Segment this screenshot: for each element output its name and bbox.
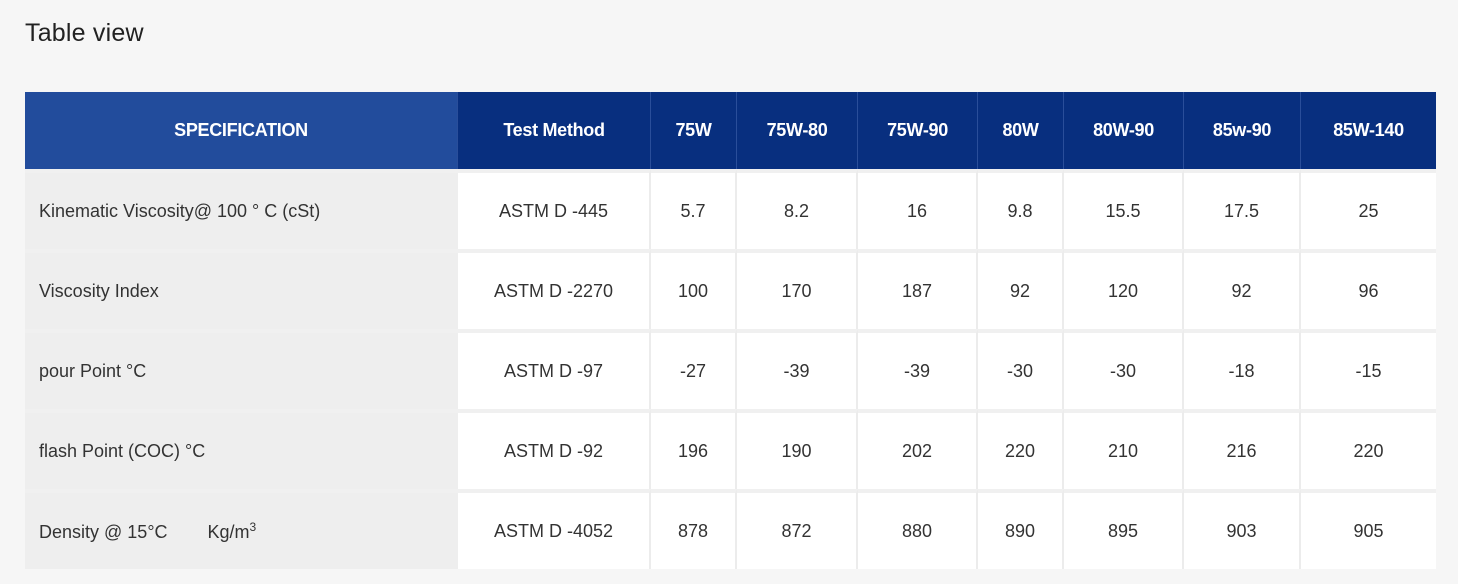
value-cell: 895 — [1064, 489, 1184, 569]
test-method-cell: ASTM D -445 — [458, 169, 651, 249]
specification-table: SPECIFICATION Test Method 75W 75W-80 75W… — [25, 92, 1436, 569]
column-header-85w-90: 85w-90 — [1184, 92, 1301, 169]
value-cell: 220 — [978, 409, 1064, 489]
value-cell: 92 — [978, 249, 1064, 329]
page-title: Table view — [25, 19, 144, 47]
value-cell: 15.5 — [1064, 169, 1184, 249]
column-header-80w-90: 80W-90 — [1064, 92, 1184, 169]
density-label: Density @ 15°C — [39, 521, 168, 542]
value-cell: -30 — [1064, 329, 1184, 409]
value-cell: -39 — [858, 329, 978, 409]
column-header-test-method: Test Method — [458, 92, 651, 169]
value-cell: 216 — [1184, 409, 1301, 489]
table-row: Density @ 15°C Kg/m3 ASTM D -4052 878 872… — [25, 489, 1436, 569]
test-method-cell: ASTM D -92 — [458, 409, 651, 489]
value-cell: -30 — [978, 329, 1064, 409]
value-cell: 903 — [1184, 489, 1301, 569]
value-cell: 25 — [1301, 169, 1436, 249]
spec-name-cell: pour Point °C — [25, 329, 458, 409]
value-cell: 17.5 — [1184, 169, 1301, 249]
value-cell: 5.7 — [651, 169, 737, 249]
column-header-85w-140: 85W-140 — [1301, 92, 1436, 169]
value-cell: 170 — [737, 249, 858, 329]
table-row: Kinematic Viscosity@ 100 ° C (cSt) ASTM … — [25, 169, 1436, 249]
table-header-row: SPECIFICATION Test Method 75W 75W-80 75W… — [25, 92, 1436, 169]
value-cell: 100 — [651, 249, 737, 329]
spec-name-cell: flash Point (COC) °C — [25, 409, 458, 489]
value-cell: -27 — [651, 329, 737, 409]
column-header-80w: 80W — [978, 92, 1064, 169]
value-cell: 8.2 — [737, 169, 858, 249]
value-cell: 190 — [737, 409, 858, 489]
value-cell: 92 — [1184, 249, 1301, 329]
column-header-75w-80: 75W-80 — [737, 92, 858, 169]
spec-name-cell: Kinematic Viscosity@ 100 ° C (cSt) — [25, 169, 458, 249]
value-cell: -15 — [1301, 329, 1436, 409]
value-cell: 890 — [978, 489, 1064, 569]
value-cell: 880 — [858, 489, 978, 569]
density-unit: Kg/m3 — [207, 519, 257, 542]
table-row: Viscosity Index ASTM D -2270 100 170 187… — [25, 249, 1436, 329]
value-cell: -18 — [1184, 329, 1301, 409]
density-unit-exponent: 3 — [249, 519, 257, 534]
test-method-cell: ASTM D -4052 — [458, 489, 651, 569]
table-row: pour Point °C ASTM D -97 -27 -39 -39 -30… — [25, 329, 1436, 409]
test-method-cell: ASTM D -97 — [458, 329, 651, 409]
spec-name-cell: Density @ 15°C Kg/m3 — [25, 489, 458, 569]
column-header-75w-90: 75W-90 — [858, 92, 978, 169]
value-cell: 202 — [858, 409, 978, 489]
value-cell: -39 — [737, 329, 858, 409]
value-cell: 905 — [1301, 489, 1436, 569]
value-cell: 9.8 — [978, 169, 1064, 249]
value-cell: 878 — [651, 489, 737, 569]
value-cell: 120 — [1064, 249, 1184, 329]
column-header-75w: 75W — [651, 92, 737, 169]
value-cell: 16 — [858, 169, 978, 249]
value-cell: 187 — [858, 249, 978, 329]
spec-name-cell: Viscosity Index — [25, 249, 458, 329]
value-cell: 872 — [737, 489, 858, 569]
value-cell: 196 — [651, 409, 737, 489]
test-method-cell: ASTM D -2270 — [458, 249, 651, 329]
value-cell: 210 — [1064, 409, 1184, 489]
value-cell: 220 — [1301, 409, 1436, 489]
value-cell: 96 — [1301, 249, 1436, 329]
column-header-specification: SPECIFICATION — [25, 92, 458, 169]
table-row: flash Point (COC) °C ASTM D -92 196 190 … — [25, 409, 1436, 489]
density-unit-base: Kg/m — [207, 521, 250, 542]
page: Table view SPECIFICATION Test Method 75W… — [0, 0, 1458, 584]
